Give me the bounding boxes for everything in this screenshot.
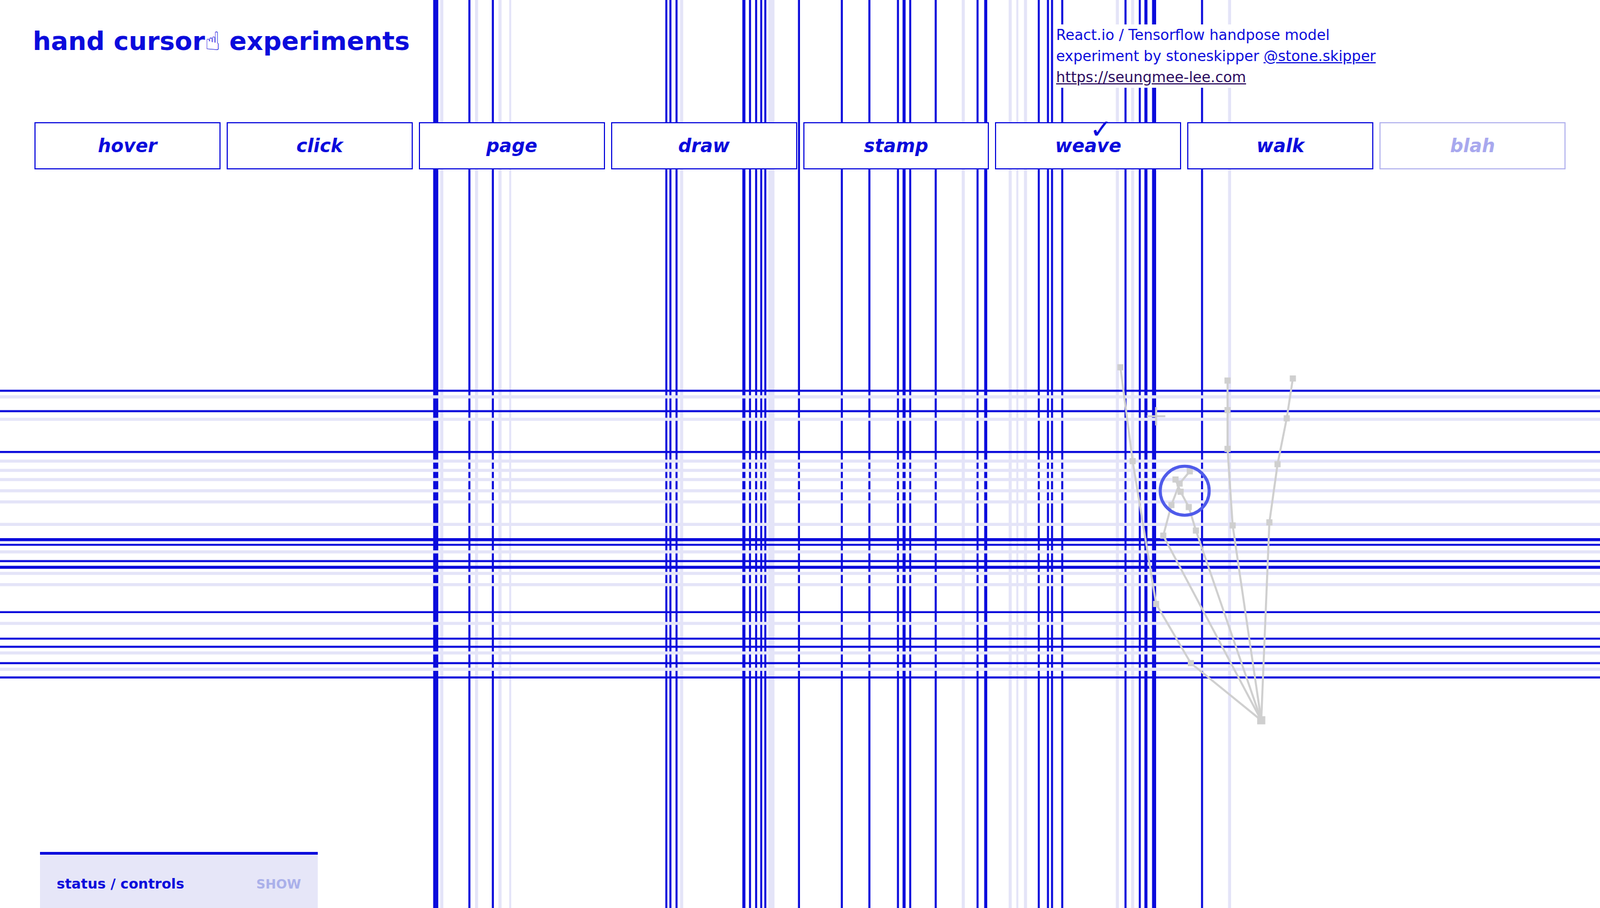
tab[interactable]: walk xyxy=(1187,122,1374,170)
hand-skeleton-icon xyxy=(1117,364,1296,725)
info-credit: experiment by stoneskipper@stone.skipper xyxy=(1056,45,1376,67)
info-block: React.io / Tensorflow handpose modelexpe… xyxy=(1056,24,1568,88)
tab-bar: hoverclickpagedrawstamp✓weavewalkblah xyxy=(0,122,1600,170)
tab[interactable]: stamp xyxy=(803,122,990,170)
hand-cursor-icon xyxy=(1160,466,1209,516)
status-title: status / controls xyxy=(56,873,185,895)
tab[interactable]: page xyxy=(418,122,605,170)
selected-check-icon: ✓ xyxy=(1089,115,1112,143)
status-panel: status / controls SHOW xyxy=(40,852,318,908)
tab[interactable]: hover xyxy=(34,122,221,170)
page-title: hand cursor☝ experiments xyxy=(32,24,1057,58)
info-stack: React.io / Tensorflow handpose model xyxy=(1056,24,1330,46)
show-toggle[interactable]: SHOW xyxy=(256,875,302,895)
handle-link[interactable]: @stone.skipper xyxy=(1263,45,1376,67)
url-link[interactable]: https://seungmee-lee.com xyxy=(1056,66,1247,88)
tab: blah xyxy=(1379,122,1566,170)
header: hand cursor☝ experimentsReact.io / Tenso… xyxy=(0,0,1600,88)
tab[interactable]: ✓weave xyxy=(995,122,1182,170)
app: hand cursor☝ experimentsReact.io / Tenso… xyxy=(0,0,1600,908)
tab[interactable]: click xyxy=(226,122,413,170)
tab[interactable]: draw xyxy=(611,122,798,170)
